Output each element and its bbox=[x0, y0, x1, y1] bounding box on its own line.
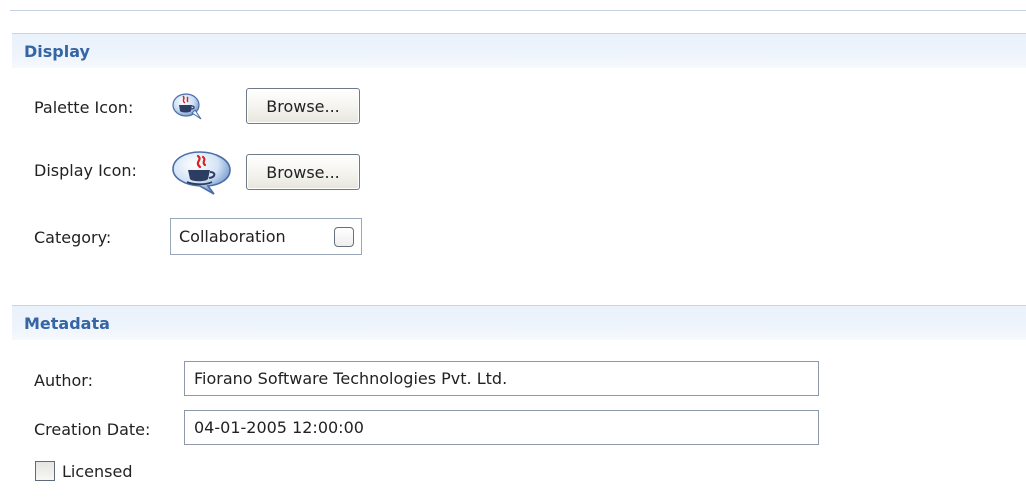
licensed-label[interactable]: Licensed bbox=[62, 462, 132, 481]
metadata-section-header: Metadata bbox=[12, 305, 1026, 340]
author-field[interactable] bbox=[184, 361, 819, 396]
creation-date-label: Creation Date: bbox=[34, 420, 151, 439]
dropdown-toggle-icon[interactable] bbox=[334, 227, 354, 247]
category-select-value: Collaboration bbox=[179, 227, 286, 246]
display-icon-label: Display Icon: bbox=[34, 161, 137, 180]
display-section-title: Display bbox=[24, 42, 90, 61]
category-select[interactable]: Collaboration bbox=[170, 218, 362, 255]
display-icon-browse-button[interactable]: Browse... bbox=[246, 154, 360, 190]
java-coffee-cup-icon bbox=[170, 91, 206, 125]
metadata-section-title: Metadata bbox=[24, 314, 110, 333]
top-divider bbox=[10, 10, 1026, 11]
display-section-header: Display bbox=[12, 33, 1026, 68]
palette-icon-label: Palette Icon: bbox=[34, 98, 134, 117]
java-coffee-cup-icon bbox=[170, 148, 234, 200]
palette-icon-browse-button[interactable]: Browse... bbox=[246, 88, 360, 124]
author-label: Author: bbox=[34, 371, 93, 390]
licensed-checkbox[interactable] bbox=[35, 461, 55, 481]
category-label: Category: bbox=[34, 228, 112, 247]
creation-date-field[interactable] bbox=[184, 410, 819, 445]
